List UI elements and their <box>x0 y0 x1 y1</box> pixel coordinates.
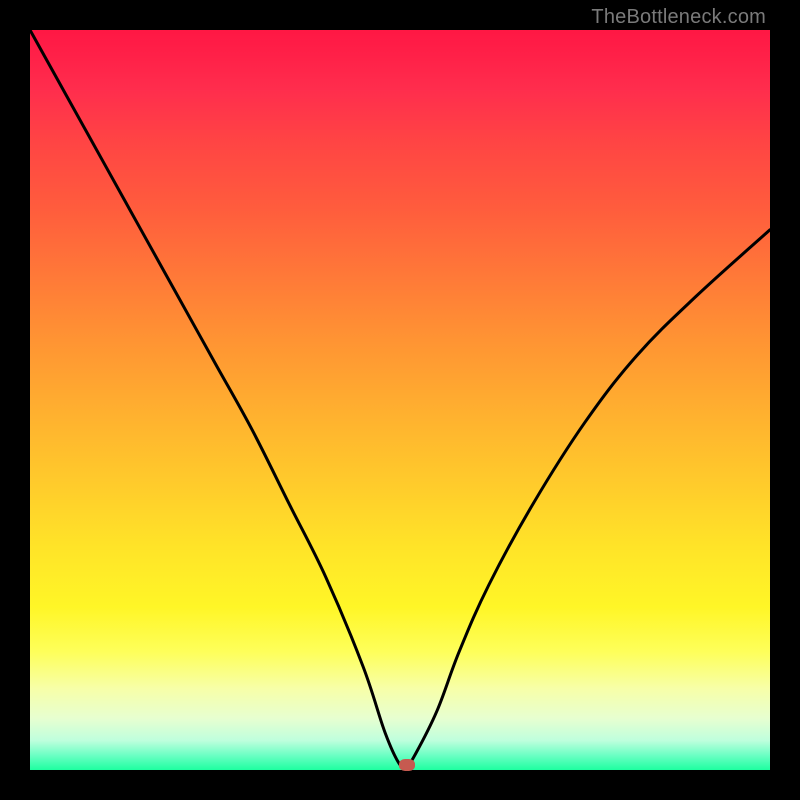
bottleneck-curve <box>30 30 770 768</box>
minimum-marker <box>399 759 415 771</box>
chart-frame: TheBottleneck.com <box>0 0 800 800</box>
plot-area <box>30 30 770 770</box>
curve-svg <box>30 30 770 770</box>
watermark-text: TheBottleneck.com <box>591 6 766 29</box>
